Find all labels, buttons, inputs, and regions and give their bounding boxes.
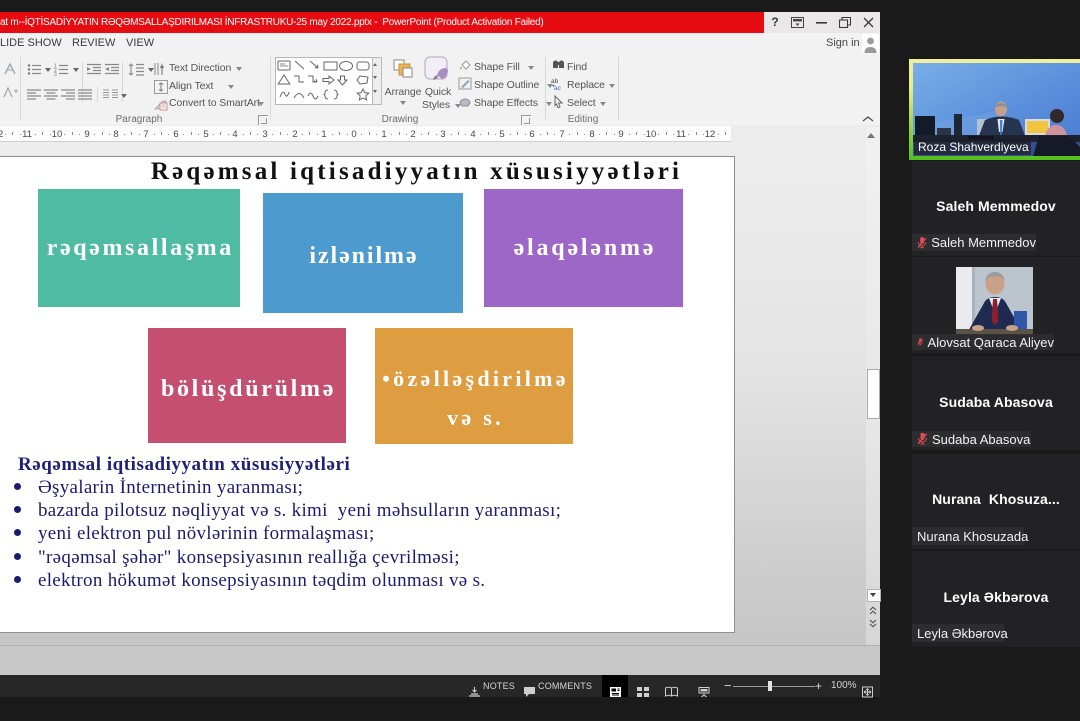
svg-text:ac: ac bbox=[554, 85, 562, 91]
svg-text:A: A bbox=[160, 64, 164, 70]
svg-text:3: 3 bbox=[54, 72, 57, 76]
svg-text:ab: ab bbox=[551, 78, 559, 85]
